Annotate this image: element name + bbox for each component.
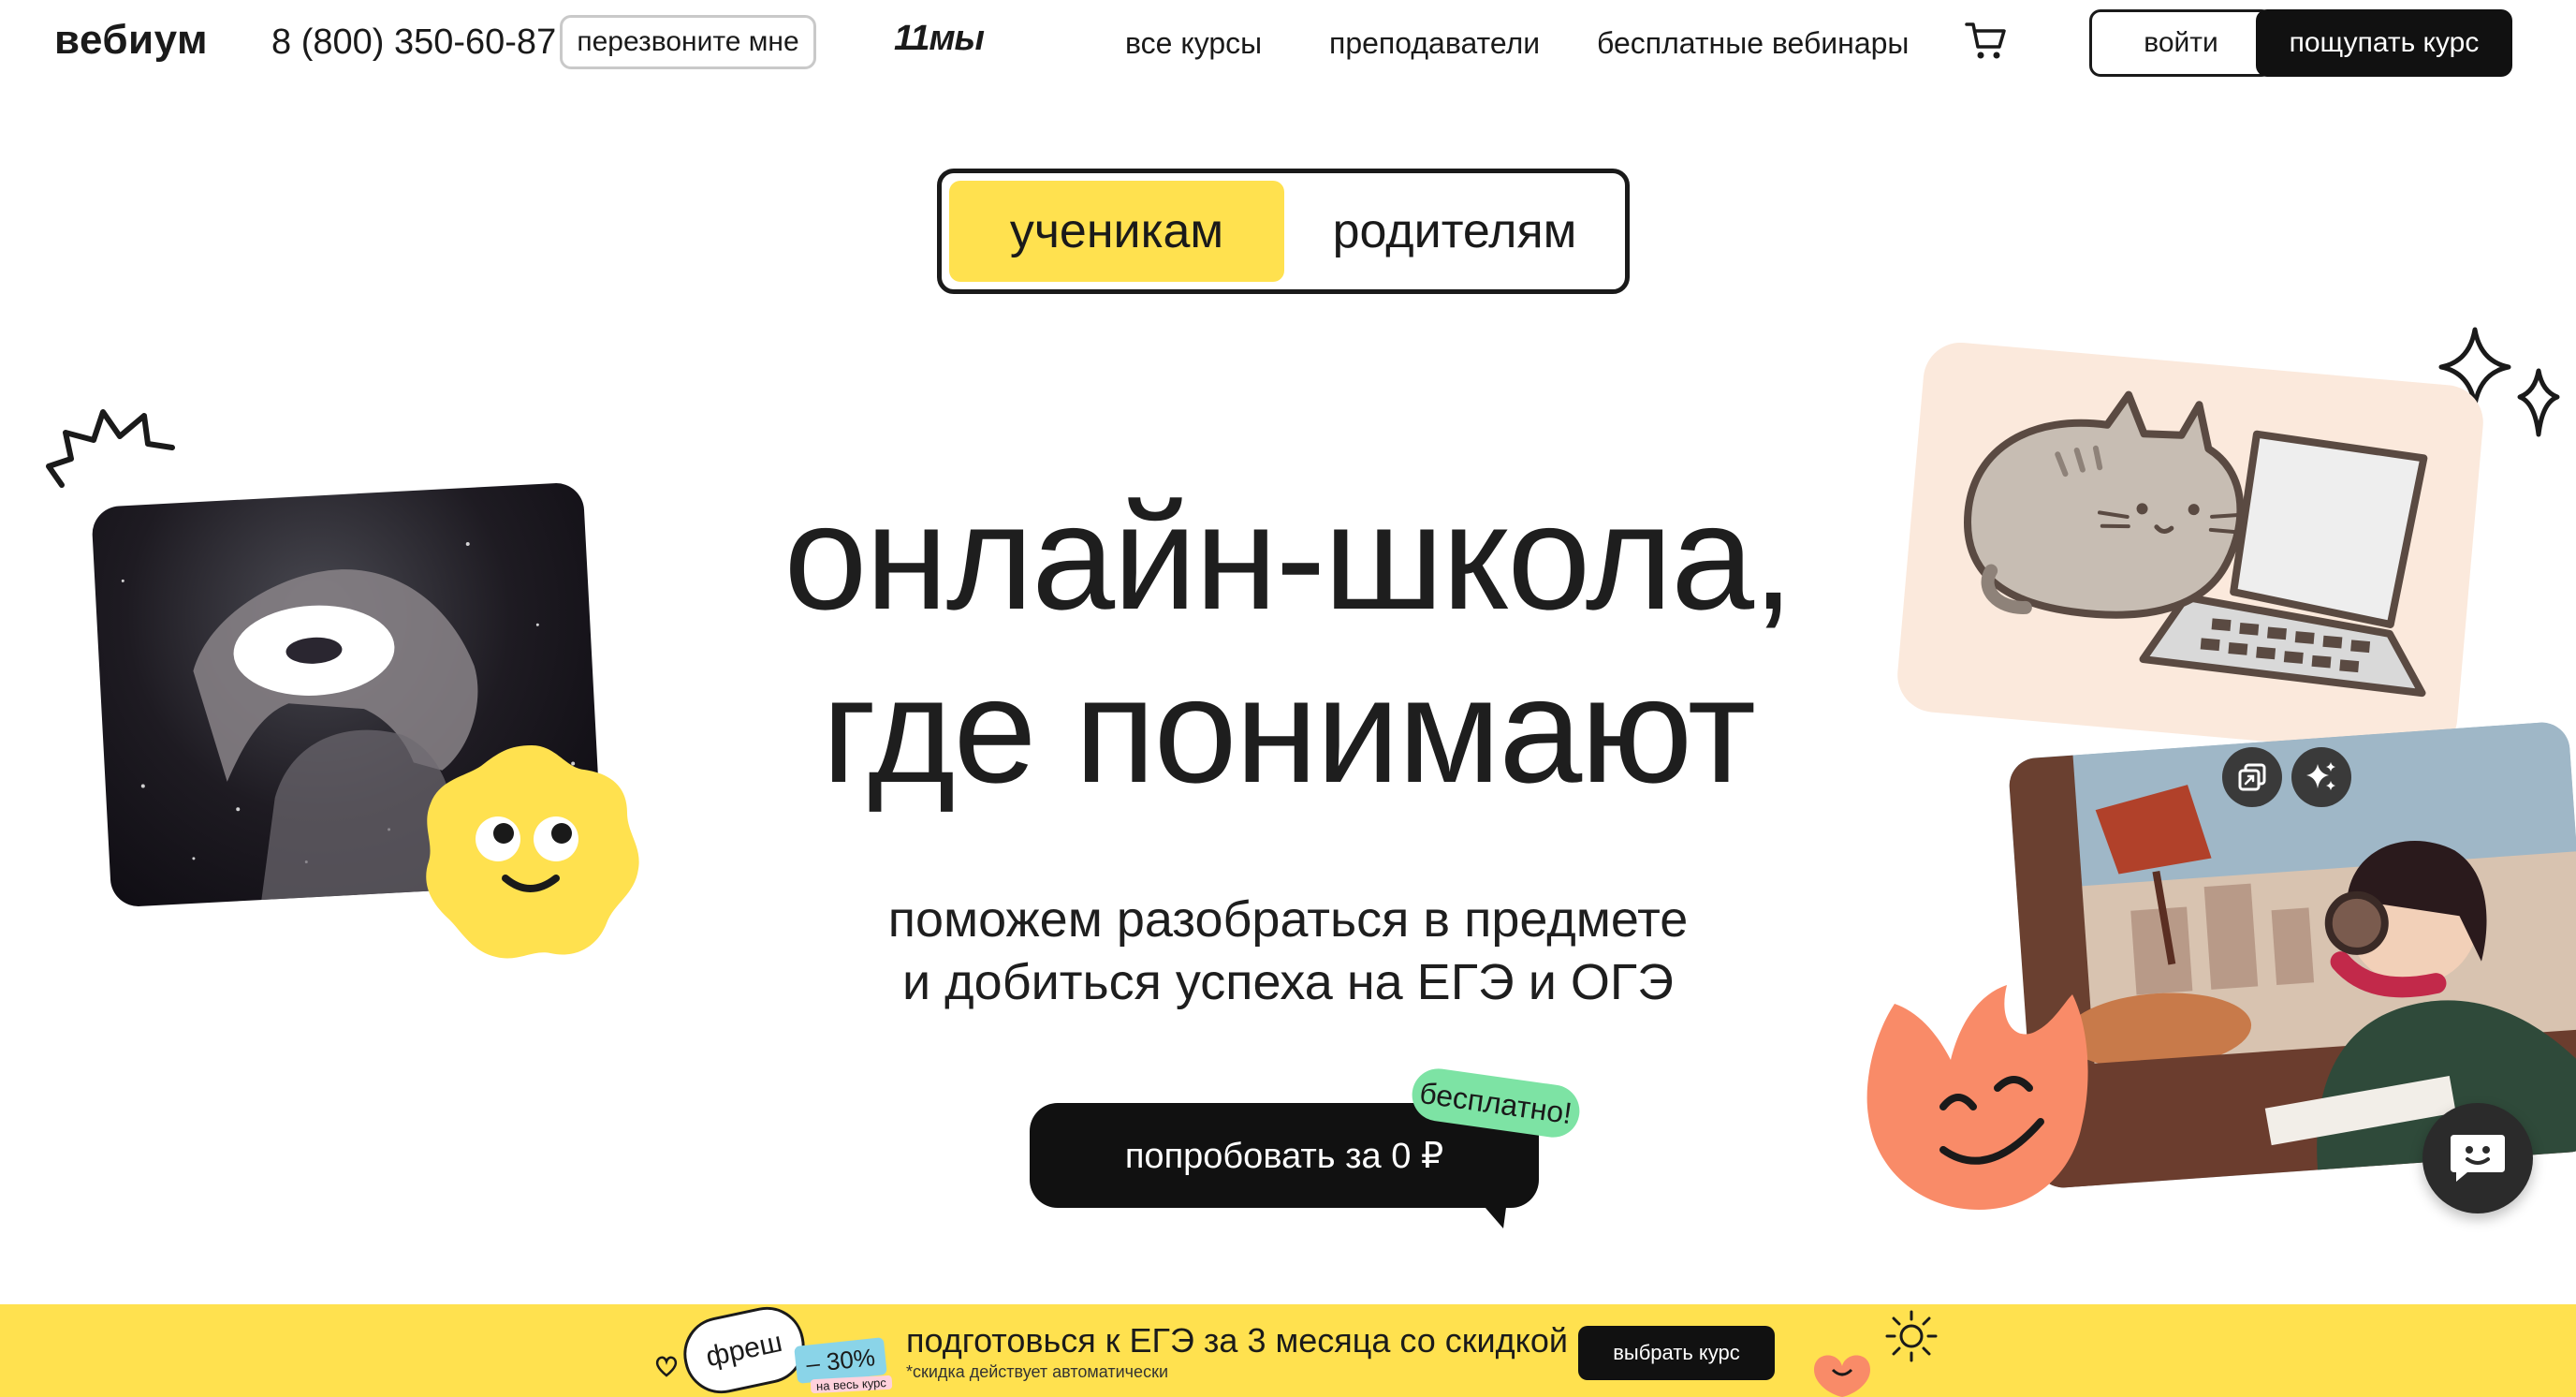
heart-hands-icon (1814, 1355, 1870, 1397)
try-course-button[interactable]: пощупать курс (2256, 9, 2512, 77)
site-logo[interactable]: вебиум (54, 17, 208, 64)
nav-all-courses[interactable]: все курсы (1125, 26, 1262, 61)
tab-parents[interactable]: родителям (1288, 181, 1621, 282)
tab-students[interactable]: ученикам (949, 181, 1284, 282)
discount-note: на весь курс (810, 1375, 893, 1394)
fresh-badge: фреш (676, 1300, 812, 1397)
promo-note: *скидка действует автоматически (906, 1362, 1168, 1381)
choose-course-button[interactable]: выбрать курс (1578, 1326, 1775, 1380)
copy-icon[interactable] (2222, 747, 2282, 807)
promo-banner: фреш – 30% на весь курс подготовься к ЕГ… (0, 1300, 2576, 1397)
login-button[interactable]: войти (2089, 9, 2273, 77)
chat-button[interactable] (2422, 1103, 2533, 1213)
callback-button[interactable]: перезвоните мне (560, 15, 816, 69)
nav-teachers[interactable]: преподаватели (1329, 26, 1540, 61)
nav-free-webinars[interactable]: бесплатные вебинары (1597, 26, 1909, 61)
sun-icon (1885, 1310, 1938, 1362)
phone-number[interactable]: 8 (800) 350-60-87 (271, 22, 556, 63)
promo-text: подготовься к ЕГЭ за 3 месяца со скидкой (906, 1321, 1568, 1360)
heart-doodle-icon (655, 1356, 678, 1377)
speech-tail-icon (1479, 1200, 1507, 1228)
cat-laptop-image (1894, 339, 2487, 758)
audience-toggle: ученикам родителям (937, 169, 1630, 294)
sparkle-icon[interactable] (2291, 747, 2351, 807)
chat-icon (2451, 1135, 2505, 1182)
flame-smiley-icon (1866, 985, 2088, 1210)
brand-mark[interactable]: 11мы (894, 19, 985, 59)
cart-icon[interactable] (1964, 19, 2009, 64)
site-header: вебиум 8 (800) 350-60-87 перезвоните мне… (0, 0, 2576, 86)
